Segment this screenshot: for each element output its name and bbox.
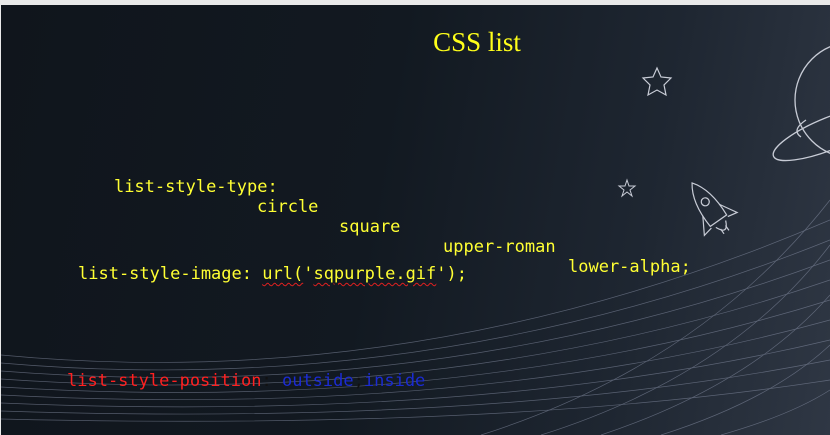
value-square: square bbox=[339, 217, 401, 237]
slide: CSS list list-style-type: circle square … bbox=[1, 5, 830, 435]
code-line-list-style-position: list-style-position: outside;inside bbox=[67, 371, 425, 391]
property-name: list-style-type: bbox=[113, 177, 278, 197]
property-name: list-style-position bbox=[67, 371, 262, 391]
planet-icon bbox=[772, 46, 830, 162]
quote: ' bbox=[436, 264, 447, 284]
star-icon bbox=[641, 66, 673, 97]
value-outside: outside bbox=[281, 371, 354, 391]
value-circle: circle bbox=[257, 197, 319, 217]
slide-title: CSS list bbox=[433, 27, 521, 57]
url-function: url( bbox=[262, 264, 304, 284]
property-name: list-style-image: bbox=[78, 264, 252, 284]
closing: ); bbox=[446, 264, 468, 284]
separator: ; bbox=[353, 371, 364, 391]
code-line-list-style-image: list-style-image: url('sqpurple.gif'); bbox=[78, 264, 467, 284]
quote: ' bbox=[303, 264, 314, 284]
value-upper-roman: upper-roman bbox=[443, 237, 556, 257]
star-icon bbox=[617, 178, 637, 198]
value-inside: inside bbox=[363, 371, 426, 391]
colon: : bbox=[261, 371, 272, 391]
value-lower-alpha: lower-alpha; bbox=[568, 257, 691, 277]
rocket-icon bbox=[691, 182, 739, 237]
image-filename: sqpurple.gif bbox=[313, 264, 437, 284]
